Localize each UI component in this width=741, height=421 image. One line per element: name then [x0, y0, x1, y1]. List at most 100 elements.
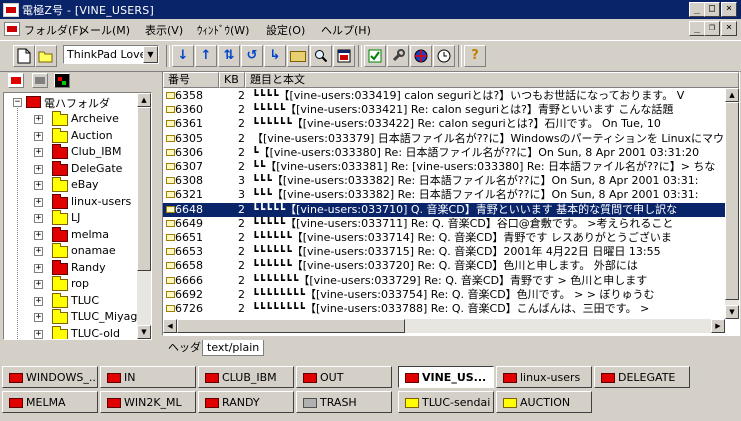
- mdi-document-icon[interactable]: [4, 22, 20, 36]
- message-row[interactable]: 6308 3 ┗┗┗【[vine-users:033382] Re: 日本語ファイル…: [163, 174, 739, 188]
- menu-window[interactable]: ｳｨﾝﾄﾞｳ(W): [197, 22, 249, 38]
- message-row[interactable]: 6653 2 ┗┗┗┗┗┗【[vine-users:033715] Re: Q. 音…: [163, 245, 739, 259]
- message-row[interactable]: 6321 3 ┗┗┗【[vine-users:033382] Re: 日本語ファイル…: [163, 188, 739, 202]
- app-icon[interactable]: [3, 3, 19, 17]
- folder-button[interactable]: OUT: [296, 366, 392, 388]
- folder-button[interactable]: RANDY: [198, 391, 294, 413]
- list-hscroll-thumb[interactable]: [177, 319, 405, 333]
- tree-folder-item[interactable]: + DeleGate: [4, 160, 136, 178]
- expand-icon[interactable]: +: [34, 197, 43, 207]
- folder-button[interactable]: AUCTION: [496, 391, 592, 413]
- scroll-up-icon[interactable]: ▲: [137, 93, 151, 107]
- filter-tab-icon[interactable]: [54, 73, 70, 88]
- message-row[interactable]: 6649 2 ┗┗┗┗┗【[vine-users:033711] Re: Q. 音楽…: [163, 217, 739, 231]
- message-row[interactable]: 6307 2 ┗┗【[vine-users:033381] Re: [vine-us…: [163, 160, 739, 174]
- open-folder-button[interactable]: [35, 45, 57, 67]
- list-vscroll-thumb[interactable]: [725, 102, 739, 300]
- scroll-right-icon[interactable]: ▶: [711, 319, 725, 333]
- account-select[interactable]: ThinkPad Lover ▼: [63, 45, 159, 64]
- expand-icon[interactable]: +: [34, 296, 43, 306]
- expand-icon[interactable]: +: [34, 148, 43, 157]
- reply-button[interactable]: ↺: [241, 45, 263, 67]
- tree-folder-item[interactable]: + onamae: [4, 243, 136, 260]
- tree-folder-item[interactable]: + Randy: [4, 259, 136, 277]
- message-row[interactable]: 6361 2 ┗┗┗┗┗┗【[vine-users:033422] Re: calo…: [163, 117, 739, 131]
- tree-folder-item[interactable]: + linux-users: [4, 193, 136, 211]
- mailbox-tab-icon[interactable]: [8, 73, 24, 88]
- menu-folder[interactable]: フォルダ(F): [24, 22, 83, 38]
- folder-button[interactable]: TLUC-sendai: [398, 391, 494, 413]
- tree-folder-item[interactable]: + eBay: [4, 177, 136, 194]
- tree-folder-item[interactable]: + Auction: [4, 127, 136, 145]
- tab-header[interactable]: ヘッダ: [164, 340, 205, 356]
- help-button[interactable]: ?: [464, 45, 486, 67]
- message-row[interactable]: 6306 2 ┗【[vine-users:033380] Re: 日本語ファイル名が…: [163, 146, 739, 160]
- mdi-minimize-button[interactable]: _: [689, 21, 705, 36]
- mdi-restore-button[interactable]: ❐: [704, 21, 720, 36]
- maximize-button[interactable]: □: [704, 2, 720, 17]
- message-row[interactable]: 6651 2 ┗┗┗┗┗┗【[vine-users:033714] Re: Q. 音…: [163, 231, 739, 245]
- expand-icon[interactable]: +: [34, 131, 43, 141]
- scroll-down-icon[interactable]: ▼: [137, 325, 151, 339]
- scroll-down-icon[interactable]: ▼: [725, 305, 739, 319]
- menu-view[interactable]: 表示(V): [145, 22, 183, 38]
- folder-button[interactable]: IN: [100, 366, 196, 388]
- new-mail-button[interactable]: [13, 45, 35, 67]
- message-row[interactable]: 6692 2 ┗┗┗┗┗┗┗┗【[vine-users:033754] Re: Q.…: [163, 288, 739, 302]
- folder-button[interactable]: linux-users: [496, 366, 592, 388]
- folder-button[interactable]: WIN2K_ML: [100, 391, 196, 413]
- list-hscrollbar[interactable]: ◀ ▶: [163, 319, 725, 333]
- chevron-down-icon[interactable]: ▼: [143, 46, 158, 63]
- check-mail-button[interactable]: [364, 45, 386, 67]
- close-button[interactable]: ×: [721, 2, 737, 17]
- tree-folder-item[interactable]: + Archeive: [4, 111, 136, 128]
- column-header-subject[interactable]: 題目と本文: [245, 72, 739, 88]
- message-row[interactable]: 6666 2 ┗┗┗┗┗┗┗【[vine-users:033729] Re: Q. …: [163, 274, 739, 288]
- message-row[interactable]: 6658 2 ┗┗┗┗┗┗【[vine-users:033720] Re: Q. 音…: [163, 259, 739, 273]
- mdi-close-button[interactable]: ×: [721, 21, 737, 36]
- tree-folder-item[interactable]: + TLUC: [4, 292, 136, 310]
- tree-folder-item[interactable]: + LJ: [4, 210, 136, 227]
- message-row[interactable]: 6648 2 ┗┗┗┗┗【[vine-users:033710] Q. 音楽CD】青…: [163, 202, 739, 217]
- scroll-up-icon[interactable]: ▲: [725, 88, 739, 102]
- tab-text-plain[interactable]: text/plain: [202, 340, 265, 356]
- tree-root[interactable]: − 電ハフォルダ: [4, 94, 136, 111]
- globe-button[interactable]: [410, 45, 432, 67]
- folder-button[interactable]: TRASH: [296, 391, 392, 413]
- tree-folder-item[interactable]: + melma: [4, 226, 136, 244]
- search-button[interactable]: [310, 45, 332, 67]
- list-vscrollbar[interactable]: ▲ ▼: [725, 88, 739, 319]
- folder-button[interactable]: CLUB_IBM: [198, 366, 294, 388]
- expand-icon[interactable]: +: [34, 115, 43, 124]
- menu-help[interactable]: ヘルプ(H): [321, 22, 371, 38]
- tree-scroll-thumb[interactable]: [137, 107, 151, 271]
- menu-settings[interactable]: 設定(O): [266, 22, 305, 38]
- menu-mail[interactable]: メール(M): [79, 22, 130, 38]
- message-row[interactable]: 6305 2 【[vine-users:033379] 日本語ファイル名が??に】W…: [163, 132, 739, 146]
- window-layout-button[interactable]: [333, 45, 355, 67]
- clock-button[interactable]: [433, 45, 455, 67]
- expand-icon[interactable]: +: [34, 230, 43, 240]
- prev-up-button[interactable]: ↑: [195, 45, 217, 67]
- message-row[interactable]: 6726 2 ┗┗┗┗┗┗┗┗【[vine-users:033788] Re: Q.…: [163, 302, 739, 316]
- minimize-button[interactable]: _: [689, 2, 705, 17]
- message-row[interactable]: 6360 2 ┗┗┗┗┗【[vine-users:033421] Re: calon…: [163, 103, 739, 117]
- collapse-icon[interactable]: −: [13, 98, 22, 107]
- address-book-button[interactable]: [287, 45, 309, 67]
- folder-button[interactable]: VINE_US...: [398, 366, 494, 388]
- expand-icon[interactable]: +: [34, 247, 43, 256]
- expand-icon[interactable]: +: [34, 263, 43, 273]
- address-tab-icon[interactable]: [32, 73, 48, 88]
- thread-updown-button[interactable]: ⇅: [218, 45, 240, 67]
- expand-icon[interactable]: +: [34, 214, 43, 223]
- expand-icon[interactable]: +: [34, 329, 43, 339]
- forward-button[interactable]: ↳: [264, 45, 286, 67]
- tree-scrollbar[interactable]: ▲ ▼: [137, 93, 151, 339]
- scroll-left-icon[interactable]: ◀: [163, 319, 177, 333]
- tree-folder-item[interactable]: + rop: [4, 276, 136, 293]
- folder-button[interactable]: DELEGATE: [594, 366, 690, 388]
- tree-folder-item[interactable]: + Club_IBM: [4, 144, 136, 161]
- tree-folder-item[interactable]: + TLUC_Miyag: [4, 309, 137, 326]
- folder-button[interactable]: MELMA: [2, 391, 98, 413]
- folder-button[interactable]: WINDOWS_...: [2, 366, 98, 388]
